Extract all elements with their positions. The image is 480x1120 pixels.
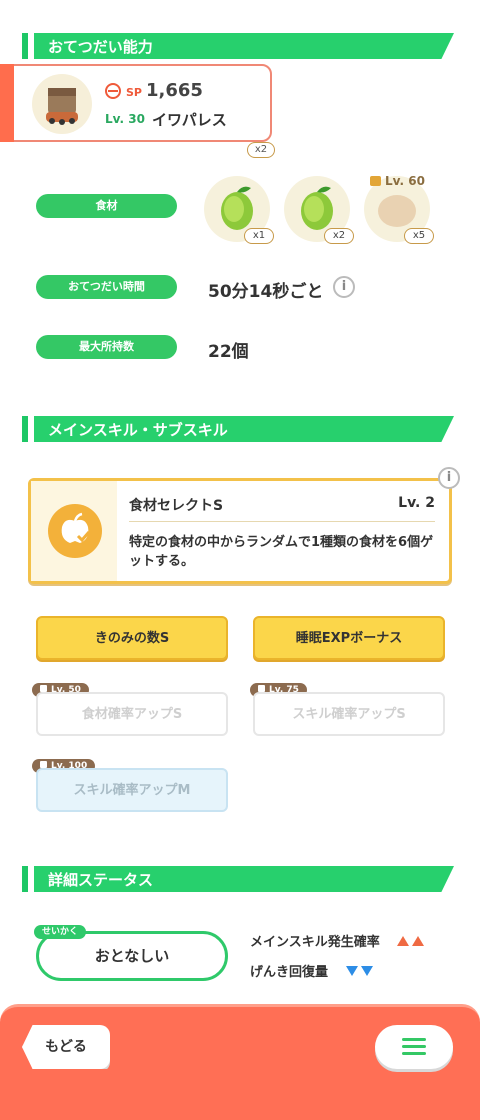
sp-icon [105, 83, 121, 99]
back-button[interactable]: もどる [22, 1025, 110, 1069]
arrow-down-icon [345, 966, 358, 976]
pokemon-card[interactable]: SP 1,665 Lv. 30 イワパレス [0, 64, 272, 142]
sp-label: SP [126, 86, 142, 99]
sub-skill-button-locked[interactable]: スキル確率アップM [36, 768, 228, 812]
main-skill-level: Lv. 2 [398, 495, 435, 511]
sub-skill-button[interactable]: きのみの数S [36, 616, 228, 660]
ingredient-unlock-level: Lv. 60 [370, 174, 425, 188]
qty-badge: x2 [247, 142, 275, 158]
section-header-details: 詳細ステータス [22, 866, 454, 892]
ingredient-item[interactable]: x1 [204, 176, 274, 244]
help-time-value: 50分14秒ごと [208, 282, 324, 302]
section-header-skills: メインスキル・サブスキル [22, 416, 454, 442]
info-icon[interactable]: i [438, 467, 460, 489]
help-time-label: おてつだい時間 [36, 275, 177, 299]
nature-down-stat: げんき回復量 [250, 961, 373, 980]
ingredient-item[interactable]: x2 [284, 176, 354, 244]
nature-up-stat: メインスキル発生確率 [250, 931, 425, 950]
section-title: メインスキル・サブスキル [48, 421, 228, 439]
pokemon-level: Lv. 30 [105, 112, 145, 126]
ingredient-qty: x5 [404, 228, 434, 244]
ingredient-label: 食材 [36, 194, 177, 218]
section-header-help-ability: おてつだい能力 [22, 33, 454, 59]
section-title: 詳細ステータス [48, 871, 154, 889]
pokemon-avatar [32, 74, 92, 134]
arrow-down-icon [360, 966, 373, 976]
arrow-up-icon [412, 936, 425, 946]
main-skill-description: 特定の食材の中からランダムで1種類の食材を6個ゲットする。 [129, 535, 434, 569]
max-carry-value: 22個 [208, 342, 249, 362]
divider [129, 521, 435, 522]
ingredient-qty: x2 [324, 228, 354, 244]
arrow-up-icon [397, 936, 410, 946]
lock-icon [40, 761, 47, 768]
sub-skill-button[interactable]: 睡眠EXPボーナス [253, 616, 445, 660]
main-skill-card[interactable]: 食材セレクトS Lv. 2 特定の食材の中からランダムで1種類の食材を6個ゲット… [28, 478, 452, 584]
pokemon-name: イワパレス [152, 111, 227, 129]
max-carry-label: 最大所持数 [36, 335, 177, 359]
main-skill-name: 食材セレクトS [129, 498, 224, 514]
apple-check-icon [48, 504, 102, 558]
sub-skill-button-locked[interactable]: スキル確率アップS [253, 692, 445, 736]
lock-icon [370, 176, 381, 186]
section-title: おてつだい能力 [48, 38, 153, 56]
sub-skill-button-locked[interactable]: 食材確率アップS [36, 692, 228, 736]
lock-icon [40, 685, 47, 692]
sp-value: 1,665 [146, 80, 203, 101]
ingredient-qty: x1 [244, 228, 274, 244]
nature-tag: せいかく [34, 925, 87, 939]
menu-button[interactable] [375, 1025, 453, 1069]
lock-icon [258, 685, 265, 692]
card-accent-tab [0, 64, 14, 142]
info-icon[interactable]: i [333, 276, 355, 298]
